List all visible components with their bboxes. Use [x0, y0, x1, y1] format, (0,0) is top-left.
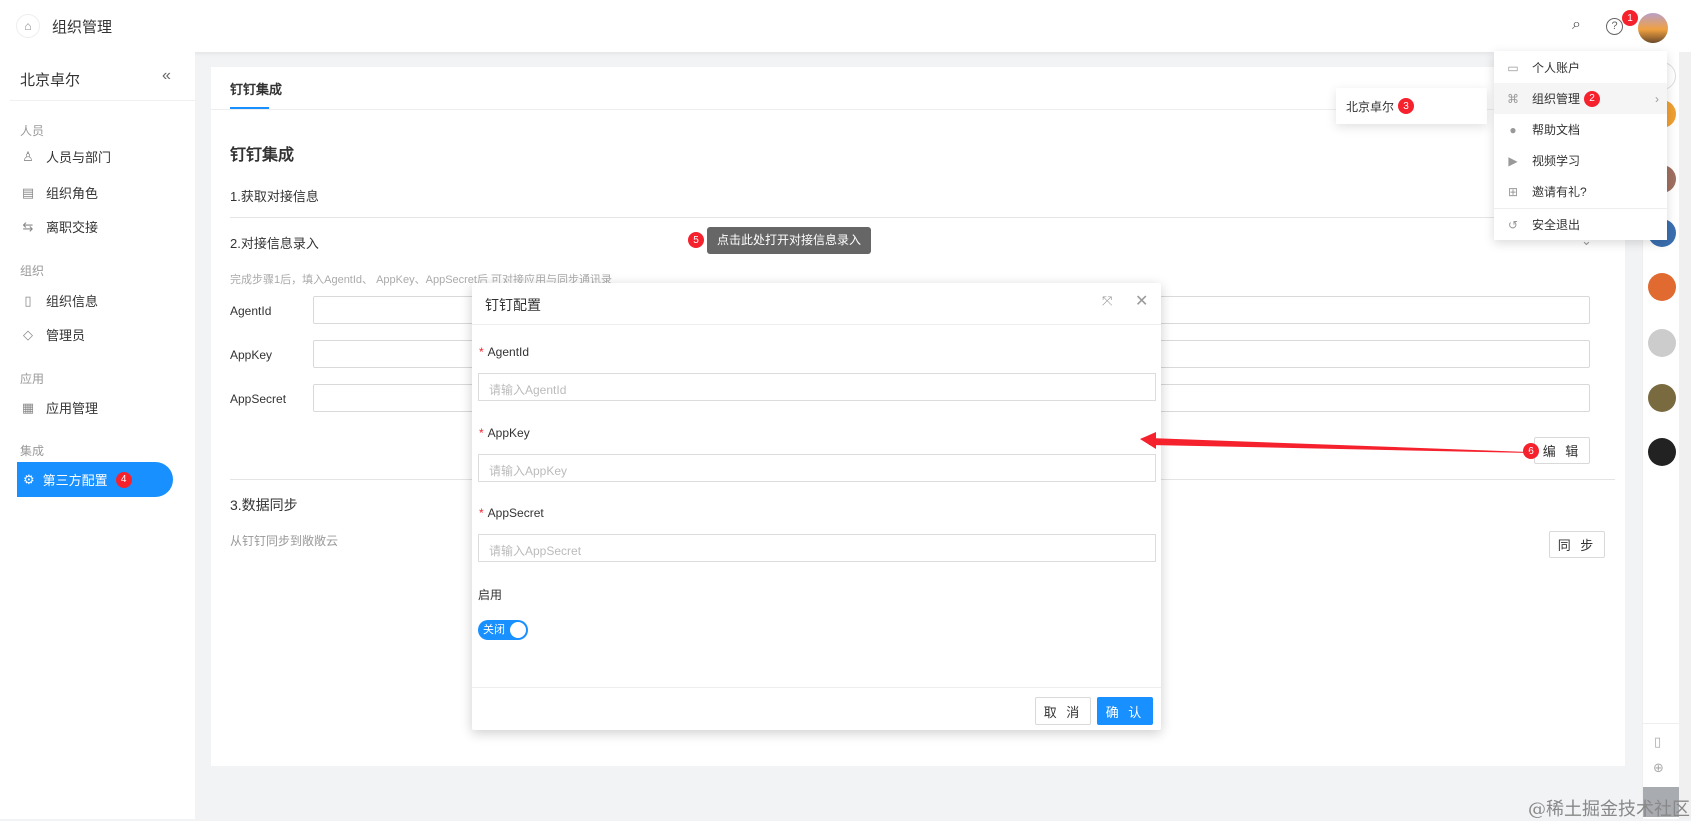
- add-icon[interactable]: ⊕: [1653, 760, 1664, 776]
- submenu-org[interactable]: 北京卓尔 3: [1336, 88, 1487, 124]
- avatar[interactable]: [1648, 438, 1676, 466]
- sync-desc: 从钉钉同步到敞敞云: [230, 534, 339, 548]
- group-label: 组织: [20, 264, 45, 278]
- sidebar: 北京卓尔 « 人员 ♙ 人员与部门 ▤ 组织角色 ⇆ 离职交接 组织 ▯ 组织信息 ◇ 管…: [0, 52, 195, 819]
- field-label: * AgentId: [479, 345, 530, 359]
- gift-icon: ⊞: [1507, 184, 1519, 199]
- sidebar-item-third-party[interactable]: ⚙ 第三方配置 4: [17, 462, 173, 497]
- item-label: 组织角色: [46, 186, 99, 201]
- tab-dingtalk[interactable]: 钉钉集成: [230, 79, 282, 98]
- scrollbar[interactable]: [1679, 52, 1691, 819]
- avatar[interactable]: [1648, 329, 1676, 357]
- collapse-icon[interactable]: «: [162, 67, 171, 85]
- top-header: ⌂ 组织管理 ⌕ ? 1: [0, 0, 1691, 52]
- menu-item-invite[interactable]: ⊞ 邀请有礼?: [1494, 176, 1667, 207]
- step1-title[interactable]: 1.获取对接信息: [230, 186, 319, 205]
- enable-label: 启用: [478, 588, 503, 602]
- annotation-arrow: [1140, 432, 1530, 453]
- item-label: 离职交接: [46, 220, 99, 235]
- menu-item-help[interactable]: ● 帮助文档: [1494, 114, 1667, 145]
- sidebar-item-roles[interactable]: ▤ 组织角色: [20, 183, 98, 202]
- role-icon: ▤: [21, 184, 35, 200]
- section-title: 钉钉集成: [230, 147, 295, 164]
- user-menu: ▭ 个人账户 ⌘ 组织管理 2 › ● 帮助文档 ▶ 视频学习 ⊞ 邀请有礼? ↺ 安全退出: [1494, 51, 1667, 240]
- step-badge: 3: [1398, 98, 1415, 114]
- sidebar-item-apps[interactable]: ▦ 应用管理: [20, 398, 98, 417]
- menu-item-logout[interactable]: ↺ 安全退出: [1494, 209, 1667, 240]
- step2-title[interactable]: 2.对接信息录入: [230, 233, 319, 252]
- avatar[interactable]: [1648, 384, 1676, 412]
- agentid-input[interactable]: 请输入AgentId: [478, 373, 1156, 401]
- group-label: 集成: [20, 444, 45, 458]
- field-label: * AppKey: [479, 426, 530, 440]
- person-icon: ♙: [22, 148, 34, 164]
- close-icon[interactable]: ✕: [1135, 291, 1148, 311]
- avatar[interactable]: [1638, 13, 1668, 43]
- group-label: 人员: [20, 124, 45, 138]
- chevron-right-icon: ›: [1655, 91, 1659, 106]
- menu-item-video[interactable]: ▶ 视频学习: [1494, 145, 1667, 176]
- home-icon[interactable]: ⌂: [16, 14, 40, 38]
- logout-icon: ↺: [1507, 217, 1519, 232]
- item-label: 第三方配置: [42, 473, 108, 488]
- appkey-input[interactable]: 请输入AppKey: [478, 454, 1156, 482]
- field-label: * AppSecret: [479, 506, 544, 520]
- item-label: 管理员: [46, 328, 86, 343]
- page-title: 组织管理: [52, 19, 113, 36]
- step3-title: 3.数据同步: [230, 497, 298, 513]
- avatar-badge: 1: [1622, 10, 1638, 26]
- item-label: 应用管理: [46, 401, 99, 416]
- help-icon[interactable]: ?: [1606, 18, 1623, 35]
- org-name: 北京卓尔: [20, 72, 81, 89]
- id-card-icon: ▭: [1507, 60, 1519, 75]
- edit-button[interactable]: 编 辑: [1534, 437, 1590, 464]
- sidebar-item-transfer[interactable]: ⇆ 离职交接: [20, 217, 98, 236]
- enable-switch[interactable]: 关闭: [478, 620, 528, 640]
- search-icon[interactable]: ⌕: [1572, 16, 1581, 34]
- org-icon: ⌘: [1507, 91, 1519, 106]
- help-circle-icon: ●: [1509, 122, 1517, 137]
- field-label: AppKey: [230, 348, 273, 362]
- play-icon: ▶: [1508, 153, 1518, 168]
- appsecret-input[interactable]: 请输入AppSecret: [478, 534, 1156, 562]
- sidebar-item-admin[interactable]: ◇ 管理员: [20, 325, 85, 344]
- menu-item-account[interactable]: ▭ 个人账户: [1494, 52, 1667, 83]
- shield-icon: ◇: [23, 326, 33, 342]
- document-icon: ▯: [24, 292, 32, 308]
- tooltip: 点击此处打开对接信息录入: [707, 227, 872, 254]
- field-label: AppSecret: [230, 392, 287, 406]
- transfer-icon: ⇆: [22, 218, 34, 234]
- group-label: 应用: [20, 372, 45, 386]
- book-icon[interactable]: ▯: [1654, 734, 1661, 750]
- gear-icon: ⚙: [23, 471, 35, 487]
- step-badge: 2: [1584, 90, 1601, 107]
- item-label: 人员与部门: [46, 150, 112, 165]
- modal-title: 钉钉配置: [485, 297, 541, 313]
- step-badge: 4: [115, 471, 132, 488]
- step-badge: 5: [688, 232, 704, 248]
- grid-icon: ▦: [21, 399, 35, 415]
- field-label: AgentId: [230, 304, 272, 318]
- sync-button[interactable]: 同 步: [1549, 531, 1605, 558]
- menu-item-org[interactable]: ⌘ 组织管理 2 ›: [1494, 83, 1667, 114]
- watermark: @稀土掘金技术社区: [1528, 799, 1690, 820]
- fullscreen-icon[interactable]: ⤧: [1102, 293, 1112, 309]
- dingtalk-config-modal: 钉钉配置 ⤧ ✕ * AgentId 请输入AgentId * AppKey 请输入…: [472, 283, 1161, 730]
- sidebar-item-org-info[interactable]: ▯ 组织信息: [20, 291, 98, 310]
- confirm-button[interactable]: 确 认: [1097, 697, 1153, 725]
- cancel-button[interactable]: 取 消: [1035, 697, 1091, 725]
- sidebar-item-people[interactable]: ♙ 人员与部门: [20, 147, 111, 166]
- item-label: 组织信息: [46, 294, 99, 309]
- avatar[interactable]: [1648, 273, 1676, 301]
